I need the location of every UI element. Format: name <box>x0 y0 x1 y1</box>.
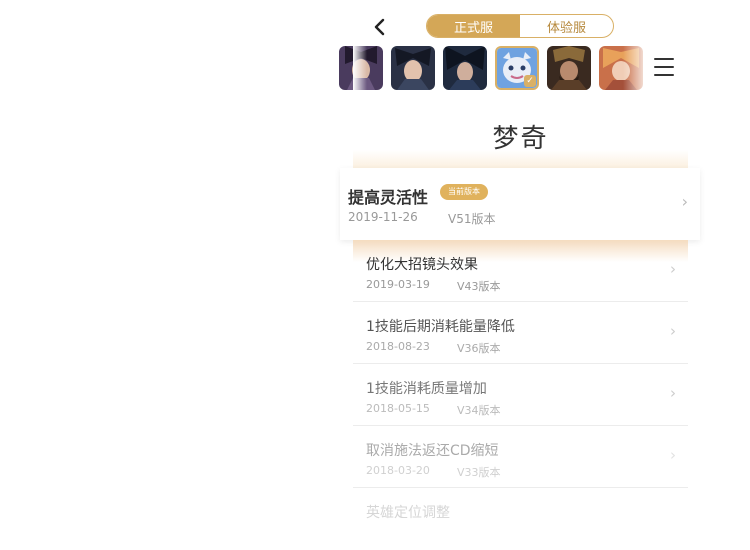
chevron-right-icon: › <box>670 322 676 340</box>
selected-check-icon: ✓ <box>524 75 536 87</box>
hero-avatar-3[interactable] <box>443 46 487 90</box>
tab-test-server[interactable]: 体验服 <box>520 15 613 37</box>
hero-portrait-icon <box>547 46 591 90</box>
chevron-right-icon: › <box>681 192 688 211</box>
hero-carousel[interactable]: ✓ <box>339 46 653 92</box>
chevron-right-icon: › <box>670 384 676 402</box>
hero-portrait-icon <box>391 46 435 90</box>
hero-avatar-2[interactable] <box>391 46 435 90</box>
back-button[interactable] <box>368 14 390 40</box>
list-item[interactable]: 1技能消耗质量增加 2018-05-15 V34版本 › <box>353 364 688 426</box>
current-version-card[interactable]: 提高灵活性 当前版本 2019-11-26 V51版本 › <box>340 168 700 240</box>
hamburger-menu-icon[interactable] <box>654 58 674 76</box>
chevron-right-icon: › <box>670 446 676 464</box>
list-item[interactable]: 优化大招镜头效果 2019-03-19 V43版本 › <box>353 240 688 302</box>
change-title: 1技能消耗质量增加 <box>366 381 487 397</box>
list-item[interactable]: 1技能后期消耗能量降低 2018-08-23 V36版本 › <box>353 302 688 364</box>
change-version: V33版本 <box>457 466 501 479</box>
change-title: 优化大招镜头效果 <box>366 257 478 273</box>
change-date: 2019-11-26 <box>348 210 418 224</box>
divider-band <box>353 150 688 170</box>
change-date: 2019-03-19 <box>366 278 430 291</box>
change-version: V51版本 <box>448 212 496 226</box>
change-date: 2018-05-15 <box>366 402 430 415</box>
chevron-right-icon: › <box>670 260 676 278</box>
hero-avatar-mengqi[interactable]: ✓ <box>495 46 539 90</box>
change-date: 2018-08-23 <box>366 340 430 353</box>
change-title: 1技能后期消耗能量降低 <box>366 319 515 335</box>
change-date: 2018-03-20 <box>366 464 430 477</box>
list-item[interactable]: 英雄定位调整 <box>353 488 688 550</box>
server-toggle: 正式服 体验服 <box>426 14 614 38</box>
change-version: V43版本 <box>457 280 501 293</box>
hero-avatar-5[interactable] <box>547 46 591 90</box>
tab-official-server[interactable]: 正式服 <box>427 15 520 37</box>
chevron-left-icon <box>374 18 385 36</box>
change-version: V36版本 <box>457 342 501 355</box>
change-title: 取消施法返还CD缩短 <box>366 443 499 459</box>
hero-portrait-icon <box>443 46 487 90</box>
change-title: 英雄定位调整 <box>366 505 450 521</box>
list-item[interactable]: 取消施法返还CD缩短 2018-03-20 V33版本 › <box>353 426 688 488</box>
current-version-badge: 当前版本 <box>440 184 488 200</box>
change-version: V34版本 <box>457 404 501 417</box>
change-title: 提高灵活性 <box>348 188 429 207</box>
